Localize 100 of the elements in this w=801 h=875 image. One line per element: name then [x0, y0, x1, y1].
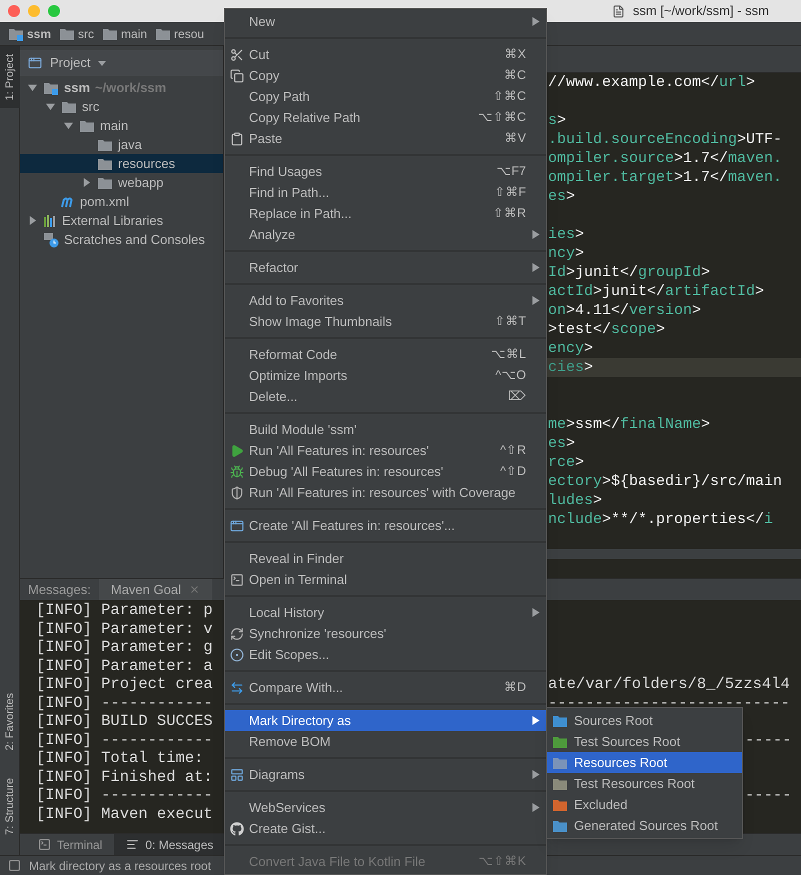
shortcut-label: ⌥⇧⌘K — [478, 853, 526, 870]
menu-item[interactable]: Edit Scopes... — [225, 644, 546, 665]
collapse-arrow-icon[interactable] — [64, 121, 72, 130]
console-line: [INFO] Maven execut — [36, 804, 213, 822]
shortcut-label: ⌥F7 — [496, 163, 526, 180]
project-icon — [28, 56, 42, 70]
console-line: [INFO] ------------ — [36, 730, 213, 748]
maven-goal-tab[interactable]: Maven Goal — [98, 579, 212, 600]
tree-item[interactable]: main — [20, 116, 223, 135]
code-line: nclude>**/*.properties</i — [548, 511, 774, 528]
console-line: ate/var/folders/8_/5zzs4l4 — [548, 675, 790, 694]
tree-item[interactable]: src — [20, 97, 223, 116]
tool-window-tab[interactable]: 7: Structure — [0, 770, 20, 843]
menu-item[interactable]: Resources Root — [547, 752, 742, 773]
menu-item[interactable]: Run 'All Features in: resources' with Coverage — [225, 482, 546, 503]
code-line: ency> — [548, 340, 594, 357]
console-line: [INFO] BUILD SUCCES — [36, 712, 213, 730]
code-line: ludes> — [548, 492, 602, 509]
collapse-arrow-icon[interactable] — [46, 102, 54, 111]
collapse-arrow-icon[interactable] — [28, 83, 36, 92]
messages-label: Messages: — [27, 580, 92, 599]
dropdown-arrow-icon[interactable] — [98, 60, 106, 66]
menu-item[interactable]: Add to Favorites — [225, 290, 546, 311]
menu-item[interactable]: WebServices — [225, 797, 546, 818]
expand-arrow-icon[interactable] — [82, 178, 90, 187]
maven-icon — [61, 196, 75, 208]
breadcrumb-item[interactable]: src — [59, 24, 94, 42]
folder-icon — [59, 26, 76, 40]
tree-item[interactable]: webapp — [20, 173, 223, 192]
menu-item[interactable]: Mark Directory as — [225, 710, 546, 731]
tool-window-tab[interactable]: 1: Project — [0, 46, 20, 108]
console-line: ----- — [745, 730, 792, 749]
close-window-button[interactable] — [8, 5, 20, 17]
menu-item[interactable]: Test Sources Root — [547, 731, 742, 752]
menu-item[interactable]: Replace in Path... ⇧⌘R — [225, 203, 546, 224]
menu-item[interactable]: New — [225, 11, 546, 32]
tool-window-tab[interactable]: 2: Favorites — [0, 684, 20, 758]
menu-item[interactable]: Create Gist... — [225, 818, 546, 839]
messages-icon — [126, 838, 140, 851]
tree-item[interactable]: java — [20, 135, 223, 154]
menu-item[interactable]: Run 'All Features in: resources' ^⇧R — [225, 440, 546, 461]
menu-item[interactable]: Copy Relative Path ⌥⇧⌘C — [225, 107, 546, 128]
github-icon — [230, 822, 244, 836]
menu-item[interactable]: Synchronize 'resources' — [225, 623, 546, 644]
menu-item[interactable]: Refactor — [225, 257, 546, 278]
shortcut-label: ^⇧R — [500, 442, 526, 460]
tree-item[interactable]: pom.xml — [20, 192, 223, 211]
menu-item[interactable]: Generated Sources Root — [547, 815, 742, 836]
terminal-icon — [38, 838, 51, 851]
scope-icon — [230, 648, 244, 662]
close-tab-icon[interactable] — [188, 584, 200, 595]
menu-item[interactable]: Build Module 'ssm' — [225, 419, 546, 440]
menu-item[interactable]: Paste ⌘V — [225, 128, 546, 149]
menu-item[interactable]: Debug 'All Features in: resources' ^⇧D — [225, 461, 546, 482]
menu-item[interactable]: Optimize Imports ^⌥O — [225, 365, 546, 386]
bug-icon — [230, 464, 244, 478]
menu-item[interactable]: Show Image Thumbnails ⇧⌘T — [225, 311, 546, 332]
menu-item[interactable]: Remove BOM — [225, 731, 546, 752]
menu-item[interactable]: Create 'All Features in: resources'... — [225, 515, 546, 536]
diagram-icon — [230, 768, 244, 782]
tree-item[interactable]: Scratches and Consoles — [20, 230, 223, 249]
menu-item[interactable]: Reformat Code ⌥⌘L — [225, 344, 546, 365]
shield-icon — [230, 486, 244, 500]
bottom-tool-tab[interactable]: Terminal — [26, 834, 114, 856]
menu-item[interactable]: Delete... ⌦ — [225, 386, 546, 407]
expand-arrow-icon[interactable] — [28, 216, 36, 225]
code-line: ompiler.source>1.7</maven. — [548, 150, 782, 167]
tree-item[interactable]: resources — [20, 154, 223, 173]
code-line: s> — [548, 112, 566, 129]
panel-toggle-icon[interactable] — [8, 859, 21, 872]
menu-item[interactable]: Compare With... ⌘D — [225, 677, 546, 698]
breadcrumb-item[interactable]: ssm — [8, 24, 52, 42]
menu-item[interactable]: Find Usages ⌥F7 — [225, 161, 546, 182]
menu-item[interactable]: Cut ⌘X — [225, 44, 546, 65]
breadcrumb-item[interactable]: main — [102, 24, 148, 42]
menu-item[interactable]: Analyze — [225, 224, 546, 245]
shortcut-label: ⇧⌘C — [492, 88, 526, 106]
menu-item[interactable]: Test Resources Root — [547, 773, 742, 794]
menu-item[interactable]: Diagrams — [225, 764, 546, 785]
tree-item[interactable]: External Libraries — [20, 211, 223, 230]
terminal-icon — [230, 572, 244, 586]
shortcut-label: ^⇧D — [500, 463, 526, 480]
console-line: -------------------------- — [548, 694, 790, 712]
tree-item[interactable]: ssm ~/work/ssm — [20, 78, 223, 97]
menu-item[interactable]: Copy ⌘C — [225, 65, 546, 86]
bottom-tool-tab[interactable]: 0: Messages — [114, 834, 226, 856]
copy-icon — [230, 68, 244, 82]
menu-item[interactable]: Local History — [225, 602, 546, 623]
folder-icon — [102, 26, 118, 40]
window-title: ssm [~/work/ssm] - ssm — [632, 2, 770, 20]
menu-item[interactable]: Sources Root — [547, 710, 742, 731]
menu-item[interactable]: Excluded — [547, 794, 742, 815]
folder-icon — [97, 176, 113, 190]
shortcut-label: ⇧⌘R — [492, 205, 526, 222]
menu-item[interactable]: Reveal in Finder — [225, 548, 546, 569]
breadcrumb-item[interactable]: resou — [155, 24, 204, 42]
code-line: ncy> — [548, 245, 584, 262]
menu-item[interactable]: Find in Path... ⇧⌘F — [225, 182, 546, 203]
menu-item[interactable]: Copy Path ⇧⌘C — [225, 86, 546, 107]
menu-item[interactable]: Open in Terminal — [225, 569, 546, 590]
